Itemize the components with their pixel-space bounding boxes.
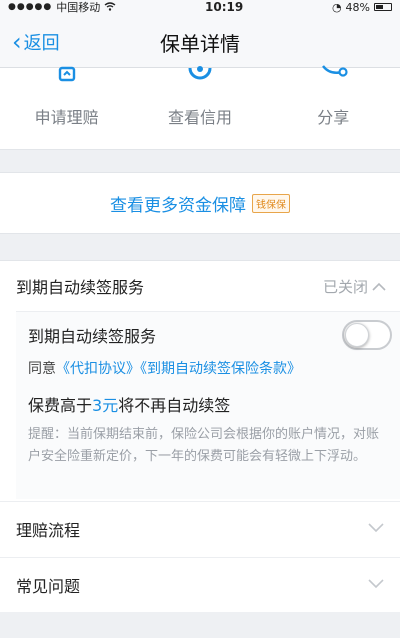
brand-badge: 钱保保 bbox=[252, 193, 290, 213]
apply-claim-button[interactable]: 申请理赔 bbox=[7, 66, 127, 149]
chevron-up-icon bbox=[372, 277, 386, 295]
action-bar: 申请理赔 查看信用 分享 bbox=[0, 65, 400, 150]
fee-amount: 3元 bbox=[92, 396, 119, 415]
chevron-down-icon bbox=[368, 521, 384, 537]
chevron-down-icon bbox=[368, 577, 384, 593]
faq-row[interactable]: 常见问题 bbox=[0, 557, 400, 611]
claim-flow-label: 理赔流程 bbox=[16, 520, 81, 540]
nav-bar: ‹ 返回 保单详情 bbox=[0, 14, 400, 68]
status-bar: ●●●●● 中国移动 10:19 ◔ 48% bbox=[0, 0, 400, 14]
auto-renew-status: 已关闭 bbox=[322, 277, 368, 296]
wifi-icon bbox=[104, 1, 116, 14]
battery-icon bbox=[374, 3, 392, 11]
battery-percent: 48% bbox=[345, 0, 370, 14]
apply-claim-label: 申请理赔 bbox=[34, 108, 99, 127]
view-credit-button[interactable]: 查看信用 bbox=[140, 66, 260, 149]
carrier-label: 中国移动 bbox=[56, 1, 101, 14]
share-label: 分享 bbox=[317, 108, 350, 127]
credit-icon bbox=[184, 62, 216, 94]
debit-agreement-link[interactable]: 《代扣协议》 bbox=[56, 361, 140, 377]
renewal-reminder: 提醒：当前保期结束前，保险公司会根据你的账户情况，对账户安全险重新定价，下一年的… bbox=[28, 427, 380, 464]
toggle-row: 到期自动续签服务 bbox=[28, 320, 392, 350]
fee-limit-text: 保费高于3元将不再自动续签 bbox=[28, 392, 230, 416]
view-credit-label: 查看信用 bbox=[167, 108, 232, 127]
auto-renew-section: 到期自动续签服务 已关闭 到期自动续签服务 同意《代扣协议》《到期自动续签保险条… bbox=[0, 260, 400, 612]
clock: 10:19 bbox=[205, 0, 244, 14]
fee-suffix: 将不再自动续签 bbox=[118, 396, 231, 415]
share-icon bbox=[317, 62, 349, 94]
agreement-text: 同意《代扣协议》《到期自动续签保险条款》 bbox=[28, 358, 301, 378]
signal-icon: ●●●●● bbox=[8, 2, 53, 12]
auto-renew-title: 到期自动续签服务 bbox=[16, 278, 145, 297]
auto-renew-toggle[interactable] bbox=[342, 320, 392, 350]
more-coverage-link[interactable]: 查看更多资金保障 钱保保 bbox=[0, 172, 400, 234]
page-title: 保单详情 bbox=[160, 32, 240, 56]
alarm-icon: ◔ bbox=[331, 0, 342, 14]
agree-prefix: 同意 bbox=[28, 361, 56, 377]
faq-label: 常见问题 bbox=[16, 576, 81, 596]
toggle-label: 到期自动续签服务 bbox=[28, 327, 157, 346]
auto-renew-panel: 到期自动续签服务 同意《代扣协议》《到期自动续签保险条款》 保费高于3元将不再自… bbox=[16, 311, 400, 499]
claim-flow-row[interactable]: 理赔流程 bbox=[0, 501, 400, 555]
more-coverage-text: 查看更多资金保障 bbox=[110, 195, 246, 216]
auto-renew-header[interactable]: 到期自动续签服务 已关闭 bbox=[0, 261, 400, 311]
share-button[interactable]: 分享 bbox=[273, 65, 393, 149]
renewal-terms-link[interactable]: 《到期自动续签保险条款》 bbox=[140, 361, 301, 377]
fee-prefix: 保费高于 bbox=[28, 396, 93, 415]
claim-icon bbox=[51, 62, 83, 94]
toggle-knob bbox=[345, 323, 369, 347]
auto-renew-status-wrap: 已关闭 bbox=[323, 276, 386, 297]
